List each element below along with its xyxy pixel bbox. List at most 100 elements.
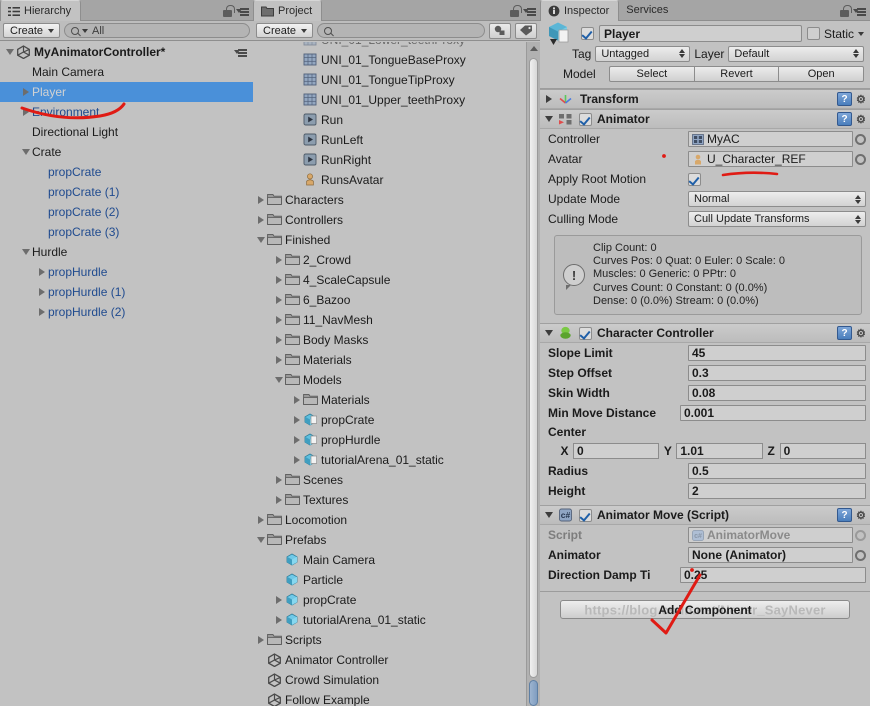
caret-down-icon[interactable] xyxy=(255,537,267,543)
caret-right-icon[interactable] xyxy=(273,356,285,364)
caret-down-icon[interactable] xyxy=(20,249,32,255)
project-row[interactable]: Main Camera xyxy=(253,550,540,570)
hierarchy-row[interactable]: propHurdle (2) xyxy=(0,302,253,322)
project-row[interactable]: RunsAvatar xyxy=(253,170,540,190)
project-row[interactable]: Body Masks xyxy=(253,330,540,350)
hierarchy-row[interactable]: Main Camera xyxy=(0,62,253,82)
filter-by-type-icon[interactable] xyxy=(489,22,511,39)
animator-foldout-icon[interactable] xyxy=(543,116,554,122)
caret-right-icon[interactable] xyxy=(273,476,285,484)
scroll-up-arrow-icon[interactable] xyxy=(530,46,538,51)
transform-foldout-icon[interactable] xyxy=(543,95,554,103)
tab-project[interactable]: Project xyxy=(253,0,323,21)
caret-right-icon[interactable] xyxy=(273,296,285,304)
caret-down-icon[interactable] xyxy=(20,149,32,155)
project-row[interactable]: Animator Controller xyxy=(253,650,540,670)
gear-icon[interactable]: ⚙ xyxy=(856,113,866,126)
project-row[interactable]: tutorialArena_01_static xyxy=(253,610,540,630)
project-row[interactable]: Particle xyxy=(253,570,540,590)
hierarchy-row[interactable]: Hurdle xyxy=(0,242,253,262)
help-icon[interactable]: ? xyxy=(837,112,852,126)
character-controller-enabled-checkbox[interactable] xyxy=(579,326,592,340)
caret-right-icon[interactable] xyxy=(273,336,285,344)
caret-right-icon[interactable] xyxy=(273,316,285,324)
tag-dropdown[interactable]: Untagged xyxy=(595,45,691,62)
project-row[interactable]: UNI_01_Upper_teethProxy xyxy=(253,90,540,110)
animator-avatar-picker-icon[interactable] xyxy=(855,153,866,165)
project-row[interactable]: 6_Bazoo xyxy=(253,290,540,310)
gear-icon[interactable]: ⚙ xyxy=(856,509,866,522)
center-y-field[interactable]: 1.01 xyxy=(676,443,763,460)
model-open-button[interactable]: Open xyxy=(779,65,865,82)
project-row[interactable]: Scenes xyxy=(253,470,540,490)
object-name-field[interactable]: Player xyxy=(599,25,802,42)
hierarchy-row[interactable]: Player xyxy=(0,82,253,102)
direction-damp-time-field[interactable]: 0.25 xyxy=(680,567,866,584)
tab-inspector[interactable]: Inspector xyxy=(540,0,620,21)
hierarchy-row[interactable]: propHurdle (1) xyxy=(0,282,253,302)
center-x-field[interactable]: 0 xyxy=(573,443,660,460)
hierarchy-row[interactable]: Environment xyxy=(0,102,253,122)
model-revert-button[interactable]: Revert xyxy=(694,65,780,82)
project-row[interactable]: propCrate xyxy=(253,410,540,430)
project-row[interactable]: UNI_01_Lower_teethProxy xyxy=(253,42,540,50)
project-row[interactable]: Finished xyxy=(253,230,540,250)
hierarchy-search-input[interactable]: All xyxy=(64,23,250,38)
project-row[interactable]: 2_Crowd xyxy=(253,250,540,270)
component-animator-move-header[interactable]: c# Animator Move (Script) ? ⚙ xyxy=(540,506,870,526)
project-row[interactable]: Materials xyxy=(253,350,540,370)
lock-icon[interactable] xyxy=(509,5,522,17)
step-offset-field[interactable]: 0.3 xyxy=(688,365,866,382)
project-vertical-scrollbar[interactable] xyxy=(526,42,540,706)
project-row[interactable]: Run xyxy=(253,110,540,130)
caret-down-icon[interactable] xyxy=(4,49,16,55)
hierarchy-row[interactable]: propCrate (1) xyxy=(0,182,253,202)
help-icon[interactable]: ? xyxy=(837,92,852,106)
caret-right-icon[interactable] xyxy=(36,288,48,296)
filter-by-label-icon[interactable] xyxy=(515,22,537,39)
hierarchy-row[interactable]: propCrate xyxy=(0,162,253,182)
static-toggle[interactable]: Static xyxy=(806,27,864,41)
lock-icon[interactable] xyxy=(839,5,852,17)
hierarchy-row[interactable]: MyAnimatorController* xyxy=(0,42,253,62)
hierarchy-row[interactable]: propCrate (2) xyxy=(0,202,253,222)
caret-right-icon[interactable] xyxy=(291,436,303,444)
project-row[interactable]: UNI_01_TongueTipProxy xyxy=(253,70,540,90)
project-row[interactable]: RunRight xyxy=(253,150,540,170)
project-row[interactable]: UNI_01_TongueBaseProxy xyxy=(253,50,540,70)
project-row[interactable]: 4_ScaleCapsule xyxy=(253,270,540,290)
hierarchy-row[interactable]: Crate xyxy=(0,142,253,162)
scene-context-menu-icon[interactable] xyxy=(234,47,247,57)
project-row[interactable]: propHurdle xyxy=(253,430,540,450)
animator-avatar-field[interactable]: U_Character_REF xyxy=(688,151,853,167)
panel-menu-icon[interactable] xyxy=(523,6,536,16)
project-row[interactable]: tutorialArena_01_static xyxy=(253,450,540,470)
height-field[interactable]: 2 xyxy=(688,483,866,500)
hierarchy-row[interactable]: propHurdle xyxy=(0,262,253,282)
gear-icon[interactable]: ⚙ xyxy=(856,93,866,106)
static-checkbox[interactable] xyxy=(806,27,820,40)
panel-menu-icon[interactable] xyxy=(236,6,249,16)
project-row[interactable]: Materials xyxy=(253,390,540,410)
project-row[interactable]: Crowd Simulation xyxy=(253,670,540,690)
animator-update-mode-dropdown[interactable]: Normal xyxy=(688,191,866,207)
project-row[interactable]: 11_NavMesh xyxy=(253,310,540,330)
lock-icon[interactable] xyxy=(222,5,235,17)
hierarchy-create-button[interactable]: Create xyxy=(3,23,61,38)
animator-move-foldout-icon[interactable] xyxy=(543,512,554,519)
hierarchy-row[interactable]: propCrate (3) xyxy=(0,222,253,242)
help-icon[interactable]: ? xyxy=(837,508,852,523)
caret-right-icon[interactable] xyxy=(36,308,48,316)
caret-right-icon[interactable] xyxy=(273,596,285,604)
radius-field[interactable]: 0.5 xyxy=(688,463,866,480)
animator-object-field[interactable]: None (Animator) xyxy=(688,547,853,564)
skin-width-field[interactable]: 0.08 xyxy=(688,385,866,402)
help-icon[interactable]: ? xyxy=(837,326,852,341)
project-row[interactable]: Characters xyxy=(253,190,540,210)
center-z-field[interactable]: 0 xyxy=(779,443,866,460)
component-animator-header[interactable]: Animator ? ⚙ xyxy=(540,110,870,129)
project-create-button[interactable]: Create xyxy=(256,23,314,38)
gear-icon[interactable]: ⚙ xyxy=(856,327,866,340)
caret-right-icon[interactable] xyxy=(255,636,267,644)
character-controller-foldout-icon[interactable] xyxy=(543,330,554,337)
